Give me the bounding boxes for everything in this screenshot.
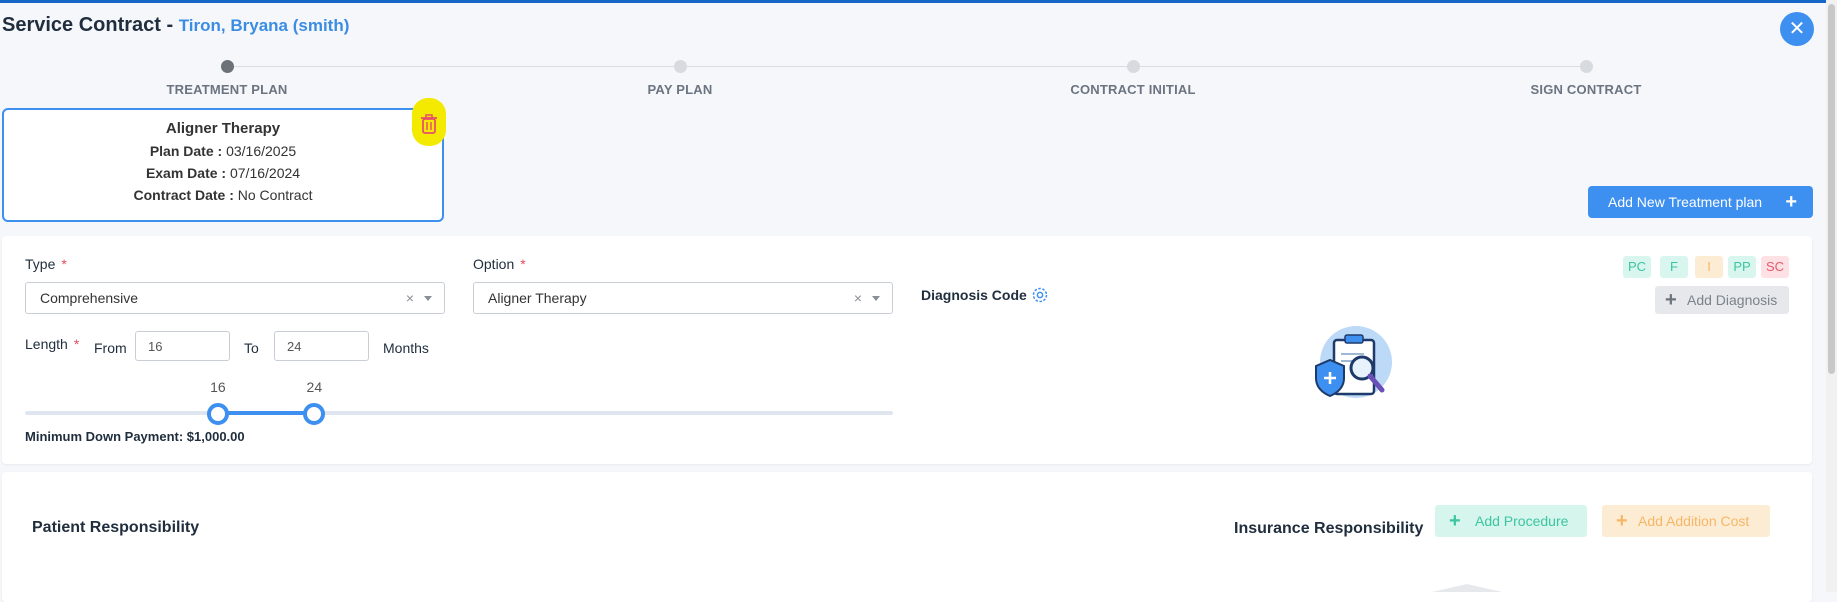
patient-responsibility-title: Patient Responsibility (32, 519, 200, 536)
chevron-down-icon[interactable] (424, 296, 432, 301)
plus-icon: + (1449, 510, 1461, 532)
clear-icon[interactable]: × (406, 283, 414, 313)
close-button[interactable]: ✕ (1780, 12, 1814, 46)
step-dot-pay-plan[interactable] (674, 60, 687, 73)
slider-high-label: 24 (306, 379, 323, 395)
step-label-sign-contract[interactable]: SIGN CONTRACT (1531, 82, 1642, 97)
contract-date-label: Contract Date : (133, 187, 234, 203)
option-label-text: Option (473, 256, 515, 272)
patient-name[interactable]: Tiron, Bryana (smith) (179, 16, 350, 35)
plan-date-row: Plan Date : 03/16/2025 (4, 143, 442, 159)
insurance-responsibility-title: Insurance Responsibility (1234, 520, 1424, 537)
add-diagnosis-label: Add Diagnosis (1687, 292, 1778, 308)
plus-icon: + (1616, 510, 1628, 532)
months-label: Months (383, 340, 429, 356)
exam-date-row: Exam Date : 07/16/2024 (4, 165, 442, 181)
gear-icon[interactable] (1031, 286, 1049, 304)
top-accent-line (0, 0, 1837, 3)
add-procedure-button[interactable]: + Add Procedure (1435, 505, 1587, 537)
slider-low-handle[interactable] (206, 403, 229, 425)
badge-sc[interactable]: SC (1761, 256, 1789, 278)
type-select[interactable]: Comprehensive × (25, 282, 445, 314)
required-mark: * (520, 256, 526, 272)
step-label-contract-initial[interactable]: CONTRACT INITIAL (1070, 82, 1195, 97)
badge-i[interactable]: I (1695, 256, 1723, 278)
close-icon: ✕ (1788, 18, 1806, 40)
length-slider-track[interactable] (25, 411, 893, 415)
trash-icon[interactable] (420, 114, 438, 134)
length-to-input[interactable] (274, 331, 369, 361)
type-label-text: Type (25, 256, 56, 272)
contract-date-value: No Contract (237, 187, 313, 203)
exam-date-label: Exam Date : (145, 165, 227, 181)
plus-icon: + (1785, 191, 1797, 213)
to-label: To (244, 340, 259, 356)
treatment-plan-card[interactable]: Aligner Therapy Plan Date : 03/16/2025 E… (2, 108, 444, 222)
title-text: Service Contract - (2, 14, 179, 36)
scrollbar-thumb[interactable] (1828, 4, 1835, 374)
empty-state-icon (1432, 584, 1502, 592)
plus-icon: + (1665, 289, 1677, 311)
diagnosis-code-label: Diagnosis Code (921, 287, 1027, 303)
option-label: Option * (473, 256, 526, 272)
step-label-treatment-plan[interactable]: TREATMENT PLAN (167, 82, 288, 97)
add-addition-cost-button[interactable]: + Add Addition Cost (1602, 505, 1770, 537)
type-label: Type * (25, 256, 67, 272)
badge-pc[interactable]: PC (1623, 256, 1651, 278)
minimum-down-payment: Minimum Down Payment: $1,000.00 (25, 429, 245, 444)
plan-name: Aligner Therapy (165, 120, 281, 137)
add-procedure-label: Add Procedure (1475, 513, 1569, 529)
required-mark: * (73, 336, 80, 352)
option-select-value: Aligner Therapy (488, 290, 587, 306)
length-slider-range (217, 411, 315, 415)
stepper-line (227, 66, 1587, 67)
length-label: Length * (25, 336, 79, 352)
length-label-text: Length (25, 336, 68, 352)
contract-date-row: Contract Date : No Contract (4, 187, 442, 203)
step-dot-sign-contract[interactable] (1580, 60, 1593, 73)
add-plan-label: Add New Treatment plan (1608, 194, 1763, 210)
required-mark: * (61, 256, 67, 272)
slider-low-label: 16 (210, 379, 226, 395)
step-dot-contract-initial[interactable] (1127, 60, 1140, 73)
option-select[interactable]: Aligner Therapy × (473, 282, 893, 314)
page-scrollbar[interactable] (1826, 0, 1837, 592)
plan-date-value: 03/16/2025 (226, 143, 297, 159)
badge-pp[interactable]: PP (1728, 256, 1756, 278)
add-cost-label: Add Addition Cost (1638, 513, 1750, 529)
badge-f[interactable]: F (1660, 256, 1688, 278)
length-from-input[interactable] (135, 331, 230, 361)
step-label-pay-plan[interactable]: PAY PLAN (648, 82, 713, 97)
exam-date-value: 07/16/2024 (229, 165, 301, 181)
page-title: Service Contract - Tiron, Bryana (smith) (2, 14, 349, 37)
clear-icon[interactable]: × (854, 283, 862, 313)
clipboard-search-icon (1315, 326, 1392, 398)
add-diagnosis-button[interactable]: + Add Diagnosis (1655, 286, 1789, 314)
plan-date-label: Plan Date : (149, 143, 223, 159)
type-select-value: Comprehensive (40, 290, 139, 306)
step-dot-treatment-plan[interactable] (221, 60, 234, 73)
add-new-treatment-plan-button[interactable]: Add New Treatment plan + (1588, 186, 1813, 218)
from-label: From (94, 340, 127, 356)
chevron-down-icon[interactable] (872, 296, 880, 301)
responsibility-panel (2, 472, 1812, 602)
